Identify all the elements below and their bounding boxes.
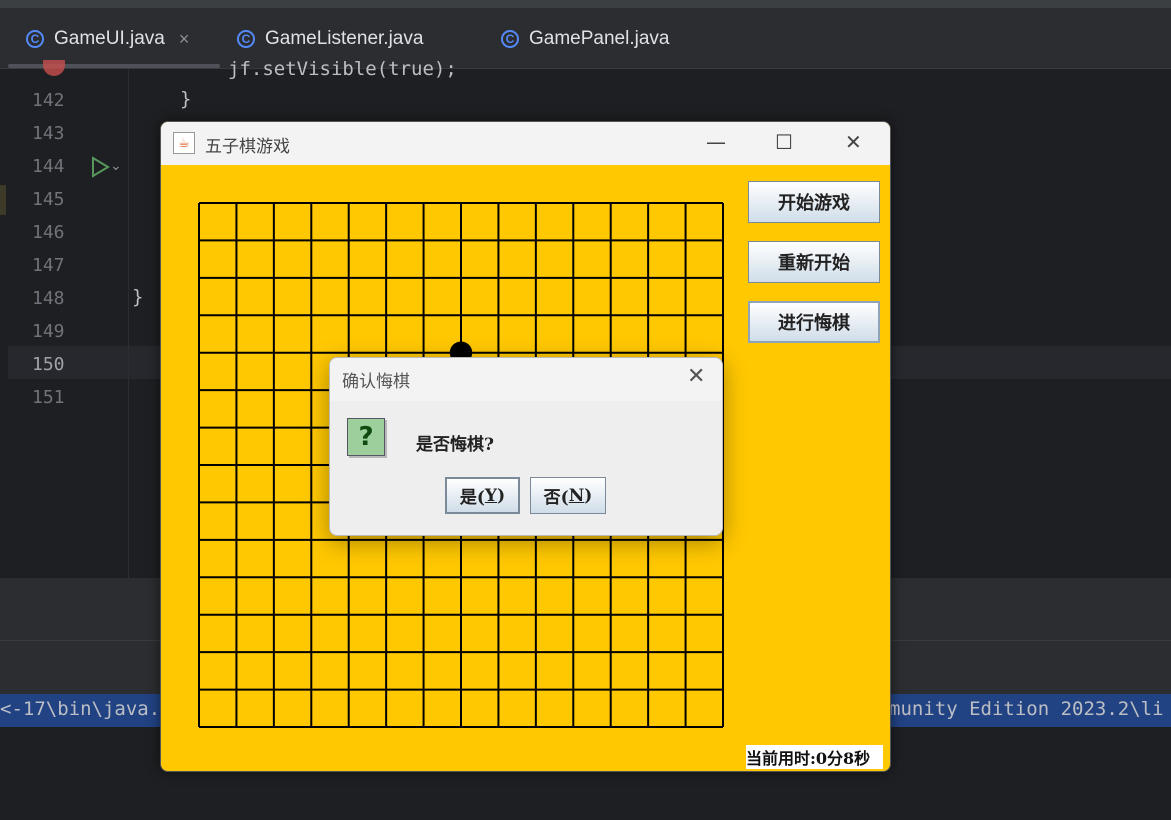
- class-icon: C: [26, 30, 44, 48]
- line-number-current: 150: [32, 354, 65, 375]
- line-number: 144: [32, 156, 65, 177]
- no-mnemonic: N: [568, 485, 585, 506]
- yes-mnemonic: Y: [484, 485, 498, 506]
- line-number: 145: [32, 189, 65, 210]
- java-icon: ☕: [173, 132, 195, 154]
- line-number: 143: [32, 123, 65, 144]
- game-window-titlebar: ☕ 五子棋游戏 — ☐ ✕: [161, 122, 890, 165]
- start-game-button[interactable]: 开始游戏: [748, 181, 880, 223]
- class-icon: C: [501, 30, 519, 48]
- tab-gamelistener[interactable]: C GameListener.java: [237, 24, 423, 54]
- tab-label: GameListener.java: [265, 28, 424, 49]
- maximize-icon[interactable]: ☐: [775, 130, 793, 154]
- tab-gamepanel[interactable]: C GamePanel.java: [501, 24, 669, 54]
- close-icon[interactable]: ✕: [687, 364, 705, 389]
- tab-label: GameUI.java: [54, 28, 165, 49]
- console-text-left: <-17\bin\java.: [0, 698, 161, 720]
- restart-button[interactable]: 重新开始: [748, 241, 880, 283]
- tab-gameui[interactable]: C GameUI.java ×: [26, 24, 189, 54]
- question-icon: ?: [347, 418, 385, 456]
- close-tab-icon[interactable]: ×: [179, 29, 190, 50]
- game-window-title: 五子棋游戏: [205, 137, 290, 157]
- line-number: 151: [32, 387, 65, 408]
- change-marker: [0, 185, 6, 215]
- no-button[interactable]: 否(N): [530, 477, 606, 514]
- dialog-title: 确认悔棋: [342, 372, 410, 392]
- class-icon: C: [237, 30, 255, 48]
- line-number: 147: [32, 255, 65, 276]
- minimize-icon[interactable]: —: [706, 130, 726, 154]
- code-line: }: [180, 88, 192, 110]
- tab-bar-top-strip: [0, 0, 1171, 8]
- code-line: }: [132, 286, 144, 308]
- yes-button[interactable]: 是(Y): [445, 477, 520, 514]
- yes-label-end: ): [497, 485, 506, 506]
- dialog-titlebar: 确认悔棋 ✕: [330, 358, 722, 401]
- close-icon[interactable]: ✕: [845, 130, 862, 154]
- line-number: 148: [32, 288, 65, 309]
- confirm-undo-dialog: 确认悔棋 ✕ ? 是否悔棋? 是(Y) 否(N): [329, 357, 723, 536]
- editor-tab-bar: C GameUI.java × C GameListener.java C Ga…: [0, 0, 1171, 70]
- line-number: 149: [32, 321, 65, 342]
- tab-label: GamePanel.java: [529, 28, 670, 49]
- dialog-message: 是否悔棋?: [416, 435, 494, 455]
- undo-move-button[interactable]: 进行悔棋: [748, 301, 880, 343]
- chevron-down-icon[interactable]: ⌄: [110, 158, 122, 174]
- gutter-separator: [128, 69, 129, 578]
- yes-label: 是(: [459, 488, 485, 508]
- line-number: 146: [32, 222, 65, 243]
- elapsed-time-label: 当前用时:0分8秒: [746, 745, 883, 769]
- no-label: 否(: [543, 488, 569, 508]
- no-label-end: ): [584, 485, 593, 506]
- console-text-right: munity Edition 2023.2\li: [889, 698, 1164, 720]
- code-line-partial: jf.setVisible(true);: [228, 58, 457, 80]
- line-number: 142: [32, 90, 65, 111]
